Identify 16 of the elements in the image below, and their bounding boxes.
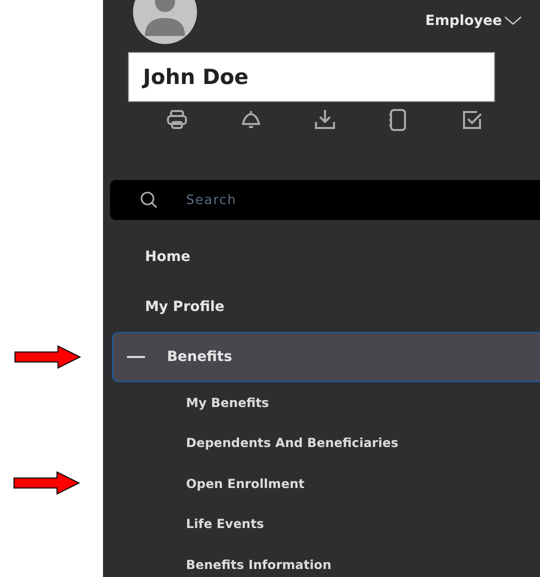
submenu-link[interactable]: Dependents And Beneficiaries bbox=[186, 435, 398, 450]
submenu-link[interactable]: Life Events bbox=[186, 516, 264, 532]
name-field[interactable]: John Doe bbox=[128, 52, 495, 102]
role-dropdown[interactable]: Employee bbox=[425, 13, 522, 29]
nav-item[interactable]: Home bbox=[103, 232, 540, 282]
chevron-down-icon bbox=[504, 16, 522, 26]
printer-icon[interactable] bbox=[165, 108, 189, 132]
download-icon[interactable] bbox=[312, 108, 336, 132]
submenu-link[interactable]: Benefits Information bbox=[186, 556, 332, 572]
search-field[interactable]: Search bbox=[184, 192, 388, 208]
avatar-icon bbox=[133, 0, 197, 44]
checkbox-icon[interactable] bbox=[460, 108, 484, 132]
nav-item[interactable]: My Profile bbox=[103, 282, 540, 332]
submenu-link[interactable]: My Benefits bbox=[186, 394, 270, 410]
search-icon bbox=[140, 191, 158, 209]
submenu-link[interactable]: Open Enrollment bbox=[186, 476, 304, 491]
